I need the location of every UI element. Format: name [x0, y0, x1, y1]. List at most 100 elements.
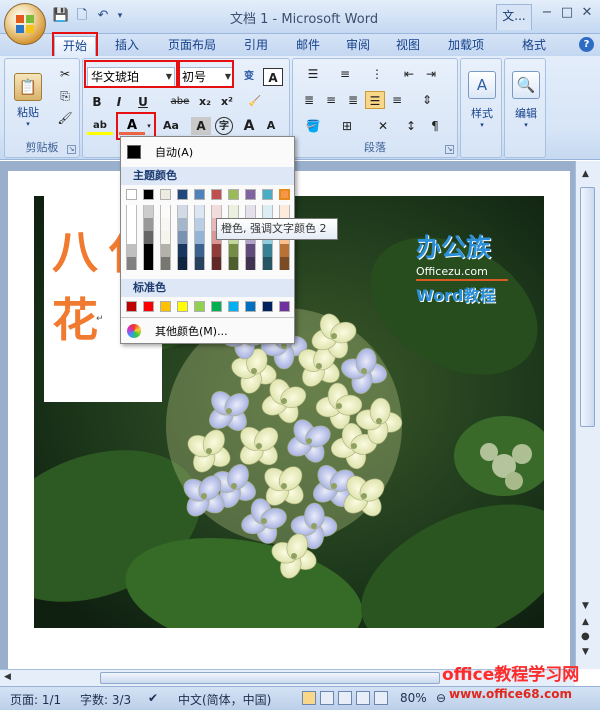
save-icon[interactable]: 💾	[52, 7, 70, 25]
theme-shade-swatch[interactable]	[262, 244, 273, 257]
theme-shade-swatch[interactable]	[194, 231, 205, 244]
enclose-characters-button[interactable]: 字	[215, 117, 233, 135]
theme-shade-swatch[interactable]	[143, 231, 154, 244]
tab-format[interactable]: 格式	[512, 36, 556, 56]
theme-shade-swatch[interactable]	[126, 244, 137, 257]
theme-shade-swatch[interactable]	[194, 257, 205, 270]
theme-shade-swatch[interactable]	[211, 257, 222, 270]
standard-color-swatch[interactable]	[160, 301, 171, 312]
phonetic-guide-button[interactable]: 变	[239, 68, 259, 86]
cut-icon[interactable]: ✂	[55, 65, 75, 83]
ruler-toggle-icon[interactable]: ▲	[582, 169, 589, 179]
multilevel-list-icon[interactable]: ⋮	[363, 65, 391, 83]
theme-color-swatch[interactable]	[194, 189, 205, 200]
theme-shade-swatch[interactable]	[143, 218, 154, 231]
distributed-align-icon[interactable]: ☰	[365, 91, 385, 109]
theme-shade-swatch[interactable]	[194, 205, 205, 218]
previous-page-icon[interactable]: ▲	[582, 617, 589, 627]
font-name-combo[interactable]: 华文琥珀 ▼	[87, 67, 175, 87]
taskbar-document-tab[interactable]: 文...	[496, 4, 532, 30]
automatic-color-item[interactable]: 自动(A)	[125, 142, 291, 162]
vertical-scrollbar[interactable]: ▲ ▼ ▲ ● ▼	[575, 161, 600, 669]
shrink-font-button[interactable]: A	[261, 117, 281, 135]
theme-shade-swatch[interactable]	[211, 205, 222, 218]
subscript-button[interactable]: x₂	[195, 93, 215, 111]
theme-shade-swatch[interactable]	[228, 205, 239, 218]
theme-color-swatch[interactable]	[143, 189, 154, 200]
highlight-color-icon[interactable]: ab	[87, 117, 113, 135]
borders-icon[interactable]: ⊞	[333, 117, 361, 135]
theme-shade-swatch[interactable]	[279, 257, 290, 270]
editing-button[interactable]: 🔍 编辑 ▾	[509, 67, 543, 133]
justify-icon[interactable]: ≡	[387, 91, 407, 109]
italic-button[interactable]: I	[109, 93, 129, 111]
zoom-out-icon[interactable]: ⊖	[436, 691, 446, 705]
theme-shade-swatch[interactable]	[143, 205, 154, 218]
scroll-left-icon[interactable]: ◀	[4, 672, 11, 682]
hscroll-thumb[interactable]	[100, 672, 440, 684]
decrease-indent-icon[interactable]: ⇤	[399, 65, 419, 83]
undo-icon[interactable]: ↶	[94, 7, 112, 25]
tab-insert[interactable]: 插入	[106, 36, 148, 56]
theme-shade-swatch[interactable]	[177, 218, 188, 231]
help-icon[interactable]: ?	[579, 37, 594, 52]
standard-color-swatch[interactable]	[245, 301, 256, 312]
scroll-down-icon[interactable]: ▼	[582, 601, 589, 611]
strikethrough-button[interactable]: abe	[167, 93, 193, 111]
standard-color-swatch[interactable]	[126, 301, 137, 312]
theme-shade-swatch[interactable]	[245, 205, 256, 218]
theme-shade-swatch[interactable]	[126, 218, 137, 231]
theme-shade-swatch[interactable]	[143, 244, 154, 257]
word-count[interactable]: 字数: 3/3	[80, 691, 131, 708]
align-center-icon[interactable]: ≡	[321, 91, 341, 109]
theme-color-swatch[interactable]	[228, 189, 239, 200]
theme-shade-swatch[interactable]	[160, 244, 171, 257]
chinese-layout-icon[interactable]: ✕	[369, 117, 397, 135]
clear-formatting-icon[interactable]: 🧹	[243, 93, 267, 111]
theme-shade-swatch[interactable]	[262, 205, 273, 218]
theme-shade-swatch[interactable]	[160, 231, 171, 244]
tab-page-layout[interactable]: 页面布局	[160, 36, 224, 56]
theme-shade-swatch[interactable]	[177, 244, 188, 257]
increase-indent-icon[interactable]: ⇥	[421, 65, 441, 83]
tab-home[interactable]: 开始	[54, 36, 96, 56]
theme-shade-swatch[interactable]	[228, 257, 239, 270]
styles-button[interactable]: A 样式 ▾	[465, 67, 499, 133]
customize-qat-icon[interactable]: ▾	[115, 7, 125, 25]
sort-icon[interactable]: ↕	[401, 117, 421, 135]
character-border-button[interactable]: A	[263, 68, 283, 86]
standard-color-swatch[interactable]	[194, 301, 205, 312]
browse-object-icon[interactable]: ●	[581, 631, 590, 642]
line-spacing-icon[interactable]: ⇕	[413, 91, 441, 109]
proofing-icon[interactable]: ✔	[148, 691, 158, 705]
standard-color-swatch[interactable]	[228, 301, 239, 312]
character-shading-button[interactable]: A	[191, 117, 211, 135]
zoom-level[interactable]: 80%	[400, 691, 427, 705]
theme-color-swatch[interactable]	[279, 189, 290, 200]
theme-shade-swatch[interactable]	[245, 244, 256, 257]
tab-mailings[interactable]: 邮件	[288, 36, 328, 56]
tab-addins[interactable]: 加载项	[440, 36, 492, 56]
theme-shade-swatch[interactable]	[279, 205, 290, 218]
numbering-icon[interactable]: ≡	[331, 65, 359, 83]
font-color-button[interactable]: A	[119, 117, 145, 135]
theme-shade-swatch[interactable]	[177, 231, 188, 244]
dialog-launcher-icon[interactable]: ↘	[445, 145, 454, 154]
theme-color-swatch[interactable]	[262, 189, 273, 200]
theme-shade-swatch[interactable]	[160, 205, 171, 218]
theme-color-swatch[interactable]	[177, 189, 188, 200]
theme-shade-swatch[interactable]	[126, 231, 137, 244]
dialog-launcher-icon[interactable]: ↘	[67, 145, 76, 154]
underline-button[interactable]: U	[133, 93, 153, 111]
theme-color-swatch[interactable]	[245, 189, 256, 200]
theme-shade-swatch[interactable]	[143, 257, 154, 270]
theme-shade-swatch[interactable]	[228, 244, 239, 257]
theme-shade-swatch[interactable]	[126, 257, 137, 270]
maximize-button[interactable]: □	[558, 5, 576, 21]
align-right-icon[interactable]: ≣	[343, 91, 363, 109]
tab-view[interactable]: 视图	[388, 36, 428, 56]
theme-shade-swatch[interactable]	[194, 218, 205, 231]
bullets-icon[interactable]: ☰	[299, 65, 327, 83]
next-page-icon[interactable]: ▼	[582, 647, 589, 657]
theme-shade-swatch[interactable]	[160, 257, 171, 270]
